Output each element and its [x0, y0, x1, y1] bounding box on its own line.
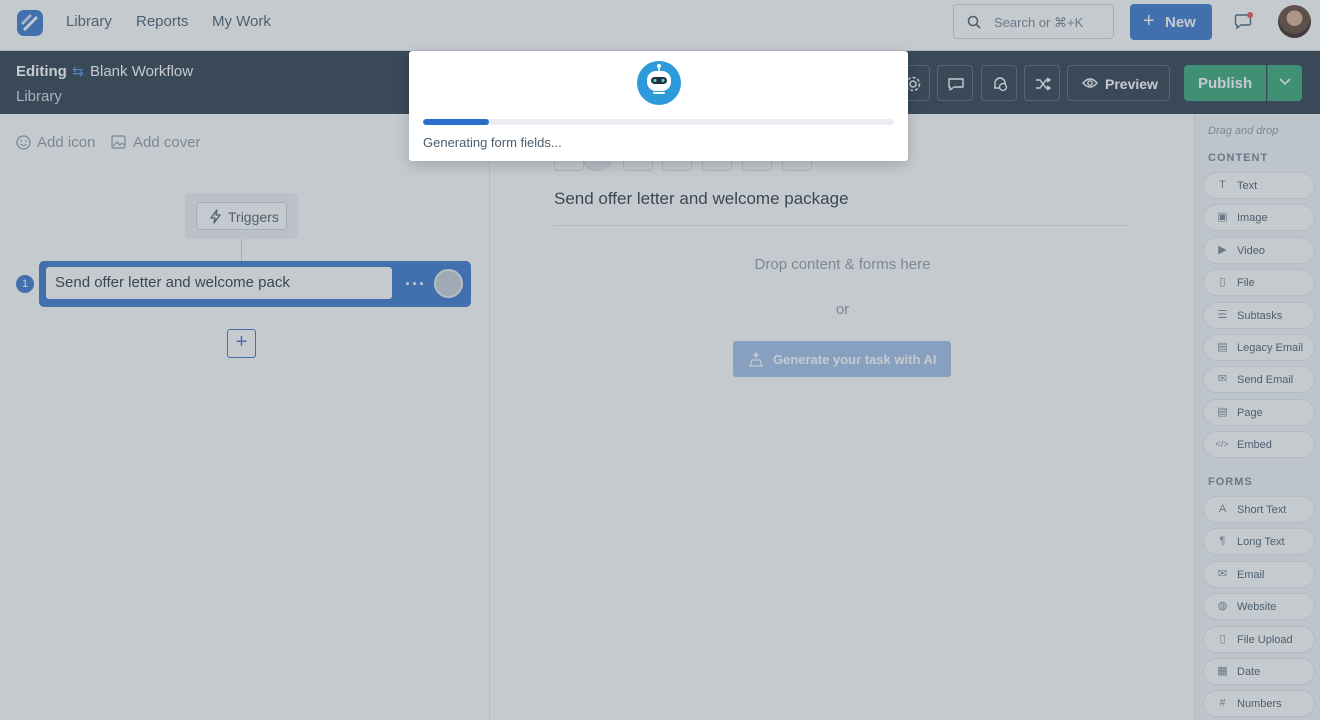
progress-bar-fill [423, 119, 489, 125]
ai-generation-dialog: Generating form fields... [409, 51, 908, 161]
progress-status-text: Generating form fields... [423, 135, 562, 150]
robot-icon [637, 61, 681, 105]
progress-bar [423, 119, 894, 125]
